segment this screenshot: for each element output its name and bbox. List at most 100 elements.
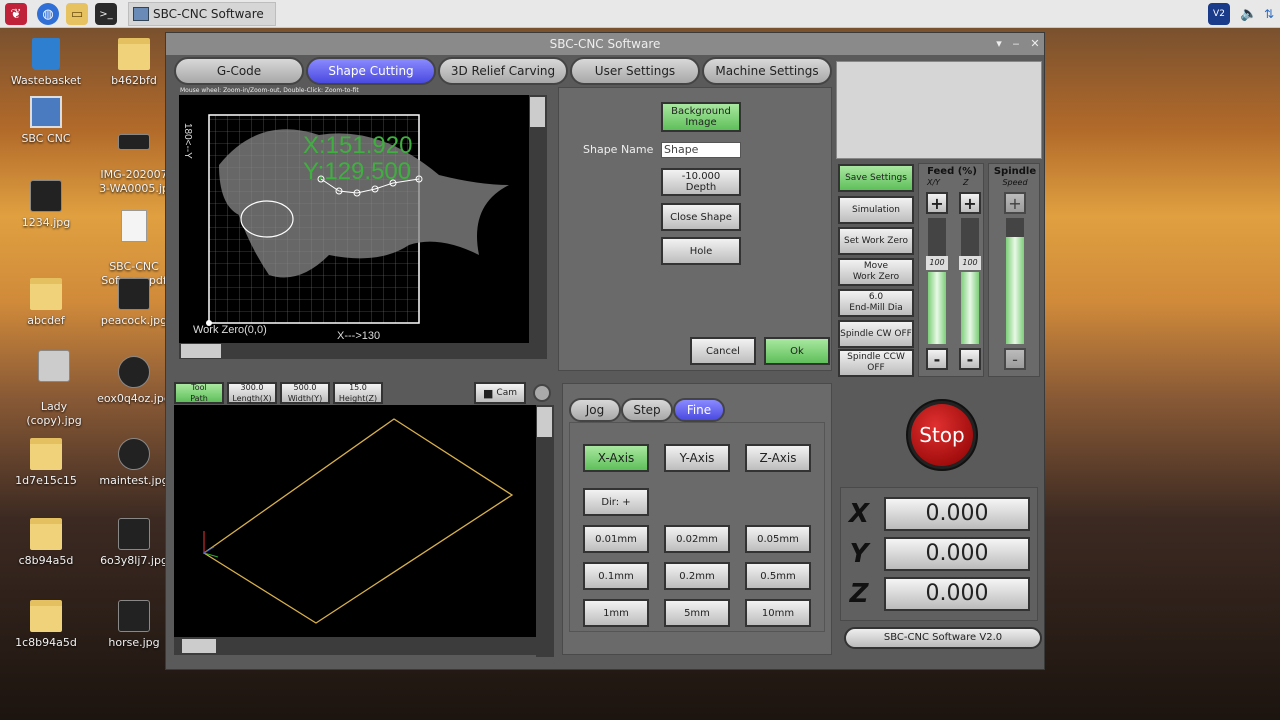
desktop-icon-c8b94a5d[interactable]: c8b94a5d [6, 518, 86, 568]
toolpath-3d-view[interactable] [174, 405, 536, 637]
end-mill-dia-button[interactable]: 6.0 End-Mill Dia [838, 289, 914, 317]
ok-button[interactable]: Ok [764, 337, 830, 365]
folder-icon [30, 600, 62, 632]
step-0-5mm-button[interactable]: 0.5mm [745, 562, 811, 590]
toolpath-hscrollbar[interactable] [174, 637, 554, 655]
feed-z-value[interactable]: 100 [959, 256, 981, 270]
height-z-field[interactable]: 15.0 Height(Z) [333, 382, 383, 404]
raspberry-menu-icon[interactable]: ❦ [5, 3, 27, 25]
save-settings-button[interactable]: Save Settings [838, 164, 914, 192]
feed-xy-plus-button[interactable]: + [926, 192, 948, 214]
desktop-icon-1234-jpg[interactable]: 1234.jpg [6, 180, 86, 230]
step-0-05mm-button[interactable]: 0.05mm [745, 525, 811, 553]
tab-3d-relief-carving[interactable]: 3D Relief Carving [438, 57, 568, 85]
file-manager-icon[interactable]: ▭ [66, 3, 88, 25]
step-10mm-button[interactable]: 10mm [745, 599, 811, 627]
desktop-icon-maintest-jpg[interactable]: maintest.jpg [94, 438, 174, 488]
length-x-field[interactable]: 300.0 Length(X) [227, 382, 277, 404]
tab-user-settings[interactable]: User Settings [570, 57, 700, 85]
desktop-icon-sbc-cnc[interactable]: SBC CNC [6, 96, 86, 146]
spindle-plus-button[interactable]: + [1004, 192, 1026, 214]
spindle-cw-button[interactable]: Spindle CW OFF [838, 320, 914, 348]
desktop-icon-lady-copy[interactable]: Lady (copy).jpg [14, 336, 94, 442]
desktop-icon-abcdef[interactable]: abcdef [6, 278, 86, 328]
canvas-hscrollbar[interactable] [179, 343, 547, 359]
canvas-hscroll-thumb[interactable] [181, 344, 221, 358]
dro-y-value[interactable]: 0.000 [884, 537, 1030, 571]
desktop-icon-b462bfd[interactable]: b462bfd [94, 38, 174, 88]
view-toggle-button[interactable] [533, 384, 551, 402]
tab-shape-cutting[interactable]: Shape Cutting [306, 57, 436, 85]
volume-icon[interactable]: 🔈 [1238, 3, 1260, 25]
step-5mm-button[interactable]: 5mm [664, 599, 730, 627]
tab-machine-settings[interactable]: Machine Settings [702, 57, 832, 85]
folder-icon [30, 278, 62, 310]
y-axis-button[interactable]: Y-Axis [664, 444, 730, 472]
hole-button[interactable]: Hole [661, 237, 741, 265]
desktop-icon-label: b462bfd [111, 74, 157, 87]
tool-path-button[interactable]: Tool Path [174, 382, 224, 404]
spindle-minus-button[interactable]: - [1004, 348, 1026, 370]
x-axis-button[interactable]: X-Axis [583, 444, 649, 472]
desktop-icon-horse-jpg[interactable]: horse.jpg [94, 600, 174, 650]
background-image-button[interactable]: Background Image [661, 102, 741, 132]
web-browser-icon[interactable]: ◍ [37, 3, 59, 25]
feed-xy-minus-button[interactable]: - [926, 348, 948, 370]
feed-z-level-bar[interactable] [961, 272, 979, 344]
taskbar-task-sbc-cnc[interactable]: SBC-CNC Software [128, 2, 276, 26]
canvas-vscroll-thumb[interactable] [530, 97, 545, 127]
shape-canvas[interactable]: X:151.920 Y:129.500 Work Zero(0,0) X--->… [179, 95, 529, 343]
network-icon[interactable]: ⇅ [1258, 3, 1280, 25]
step-0-1mm-button[interactable]: 0.1mm [583, 562, 649, 590]
window-titlebar[interactable]: SBC-CNC Software [166, 33, 1044, 55]
desktop-icon-peacock-jpg[interactable]: peacock.jpg [94, 278, 174, 328]
desktop-icon-1d7e15c15[interactable]: 1d7e15c15 [6, 438, 86, 488]
cancel-button[interactable]: Cancel [690, 337, 756, 365]
desktop-icon-1c8b94a5d[interactable]: 1c8b94a5d [6, 600, 86, 650]
feed-xy-level-bar[interactable] [928, 272, 946, 344]
vnc-icon[interactable]: V2 [1208, 3, 1230, 25]
width-y-field[interactable]: 500.0 Width(Y) [280, 382, 330, 404]
image-thumbnail-icon [38, 350, 70, 382]
folder-icon [30, 438, 62, 470]
spindle-speed-bar[interactable] [1006, 218, 1024, 344]
trash-icon [32, 38, 60, 70]
tab-g-code[interactable]: G-Code [174, 57, 304, 85]
stock-outline [202, 418, 514, 624]
dro-x-value[interactable]: 0.000 [884, 497, 1030, 531]
feed-z-plus-button[interactable]: + [959, 192, 981, 214]
cam-button[interactable]: ■ Cam [474, 382, 526, 404]
toolpath-hscroll-thumb[interactable] [182, 639, 216, 653]
terminal-icon[interactable]: >_ [95, 3, 117, 25]
move-work-zero-button[interactable]: Move Work Zero [838, 258, 914, 286]
shape-name-input[interactable]: Shape [661, 142, 741, 158]
jog-mode-step[interactable]: Step [621, 398, 673, 422]
step-0-2mm-button[interactable]: 0.2mm [664, 562, 730, 590]
simulation-button[interactable]: Simulation [838, 196, 914, 224]
stop-button[interactable]: Stop [911, 404, 973, 466]
step-1mm-button[interactable]: 1mm [583, 599, 649, 627]
toolpath-vscrollbar[interactable] [536, 405, 554, 657]
canvas-vscrollbar[interactable] [529, 95, 547, 359]
close-icon[interactable]: ✕ [1028, 37, 1042, 51]
desktop-icon-eox0q4oz-jpg[interactable]: eox0q4oz.jpg [94, 356, 174, 406]
step-0-01mm-button[interactable]: 0.01mm [583, 525, 649, 553]
jog-mode-jog[interactable]: Jog [569, 398, 621, 422]
maximize-icon[interactable] [1012, 37, 1026, 51]
jog-mode-fine[interactable]: Fine [673, 398, 725, 422]
feed-xy-value[interactable]: 100 [926, 256, 948, 270]
desktop-icon-wastebasket[interactable]: Wastebasket [6, 38, 86, 88]
toolpath-vscroll-thumb[interactable] [537, 407, 552, 437]
desktop-icon-label: 1c8b94a5d [15, 636, 77, 649]
depth-button[interactable]: -10.000 Depth [661, 168, 741, 196]
step-0-02mm-button[interactable]: 0.02mm [664, 525, 730, 553]
z-axis-button[interactable]: Z-Axis [745, 444, 811, 472]
direction-button[interactable]: Dir: + [583, 488, 649, 516]
set-work-zero-button[interactable]: Set Work Zero [838, 227, 914, 255]
dro-z-value[interactable]: 0.000 [884, 577, 1030, 611]
close-shape-button[interactable]: Close Shape [661, 203, 741, 231]
feed-z-minus-button[interactable]: - [959, 348, 981, 370]
menu-down-icon[interactable]: ▾ [992, 37, 1006, 51]
desktop-icon-6o3y8lj7-jpg[interactable]: 6o3y8lj7.jpg [94, 518, 174, 568]
spindle-ccw-button[interactable]: Spindle CCW OFF [838, 349, 914, 377]
